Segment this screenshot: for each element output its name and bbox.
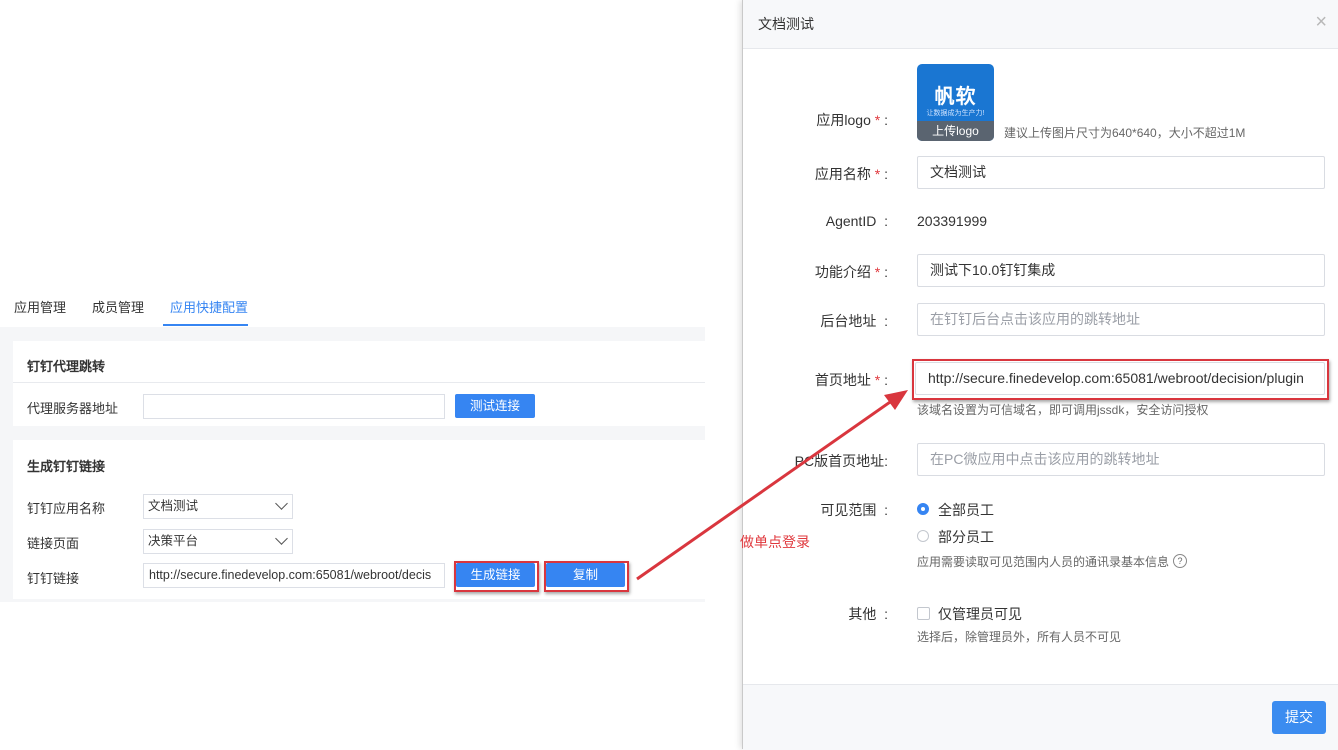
app-name-field-label: 应用名称 * : <box>814 166 888 182</box>
modal-title: 文档测试 <box>758 16 814 32</box>
dingtalk-link-input[interactable]: http://secure.finedevelop.com:65081/webr… <box>143 563 445 588</box>
tab-member-management[interactable]: 成员管理 <box>92 297 144 316</box>
divider <box>13 382 705 383</box>
chevron-down-icon <box>275 497 288 510</box>
pc-home-url-field[interactable]: 在PC微应用中点击该应用的跳转地址 <box>917 443 1325 476</box>
tab-quick-config[interactable]: 应用快捷配置 <box>170 297 248 316</box>
annotation-label: 做单点登录 <box>740 534 810 550</box>
dingtalk-link-label: 钉钉链接 <box>27 571 80 586</box>
modal-footer: 提交 <box>743 684 1338 750</box>
brand-logo-slogan: 让数据成为生产力! <box>926 110 985 117</box>
backend-url-field[interactable]: 在钉钉后台点击该应用的跳转地址 <box>917 303 1325 336</box>
modal-header: 文档测试 × <box>743 0 1338 49</box>
proxy-server-input[interactable] <box>143 394 445 419</box>
visibility-hint: 应用需要读取可见范围内人员的通讯录基本信息 <box>917 555 1170 569</box>
test-connection-button[interactable]: 测试连接 <box>455 394 535 418</box>
app-name-select-value: 文档测试 <box>148 499 199 513</box>
logo-label: 应用logo * : <box>816 112 888 128</box>
config-tabs: 应用管理 成员管理 应用快捷配置 <box>0 287 705 328</box>
description-label: 功能介绍 * : <box>814 264 888 280</box>
upload-logo-button[interactable]: 上传logo <box>917 121 994 141</box>
backend-url-label: 后台地址 : <box>820 313 888 329</box>
radio-partial-staff[interactable] <box>917 530 929 542</box>
admin-only-hint: 选择后，除管理员外，所有人员不可见 <box>917 630 1122 644</box>
proxy-server-label: 代理服务器地址 <box>27 401 119 416</box>
proxy-card: 钉钉代理跳转 代理服务器地址 测试连接 <box>13 341 705 426</box>
radio-all-staff-label: 全部员工 <box>938 502 994 518</box>
highlight-copy-button <box>544 561 629 592</box>
link-page-select-value: 决策平台 <box>148 534 199 548</box>
chevron-down-icon <box>275 532 288 545</box>
visibility-label: 可见范围 : <box>820 502 888 518</box>
home-url-hint: 该域名设置为可信域名，即可调用jssdk，安全访问授权 <box>917 403 1209 417</box>
app-name-label: 钉钉应用名称 <box>27 501 106 516</box>
admin-only-label: 仅管理员可见 <box>938 606 1022 622</box>
submit-button[interactable]: 提交 <box>1272 701 1326 734</box>
link-page-select[interactable]: 决策平台 <box>143 529 293 554</box>
highlight-home-url <box>912 359 1329 400</box>
app-name-field[interactable]: 文档测试 <box>917 156 1325 189</box>
logo-hint: 建议上传图片尺寸为640*640，大小不超过1M <box>1004 126 1246 140</box>
agent-id-value: 203391999 <box>917 213 988 229</box>
home-url-label: 首页地址 * : <box>814 372 888 388</box>
pc-home-url-label: PC版首页地址: <box>794 453 888 469</box>
agent-id-label: AgentID : <box>825 213 888 229</box>
brand-logo-text: 帆软 <box>934 86 977 108</box>
tab-app-management[interactable]: 应用管理 <box>14 297 66 316</box>
radio-partial-staff-label: 部分员工 <box>938 529 994 545</box>
help-icon[interactable]: ? <box>1173 554 1187 568</box>
highlight-generate-button <box>454 561 539 592</box>
app-logo[interactable]: 帆软 让数据成为生产力! 上传logo <box>917 64 994 141</box>
link-page-label: 链接页面 <box>27 536 80 551</box>
app-name-select[interactable]: 文档测试 <box>143 494 293 519</box>
admin-only-checkbox[interactable] <box>917 607 930 620</box>
link-section-title: 生成钉钉链接 <box>27 459 106 474</box>
radio-all-staff[interactable] <box>917 503 929 515</box>
other-label: 其他 : <box>848 606 888 622</box>
description-field[interactable]: 测试下10.0钉钉集成 <box>917 254 1325 287</box>
close-icon[interactable]: × <box>1315 12 1327 32</box>
active-tab-indicator <box>163 324 248 326</box>
proxy-section-title: 钉钉代理跳转 <box>27 359 106 374</box>
